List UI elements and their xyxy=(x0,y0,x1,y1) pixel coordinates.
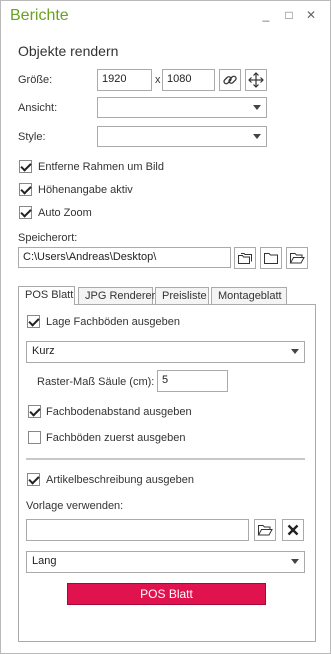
height-info-checkbox[interactable] xyxy=(19,183,32,196)
format-select[interactable]: Kurz xyxy=(26,341,305,363)
view-select[interactable] xyxy=(97,97,267,118)
shelves-first-label: Fachböden zuerst ausgeben xyxy=(46,432,186,444)
shelf-output-label: Lage Fachböden ausgeben xyxy=(46,316,180,328)
berichte-panel: Berichte _ □ ✕ Objekte rendern Größe: 19… xyxy=(0,0,331,654)
shelves-first-checkbox[interactable] xyxy=(28,431,41,444)
folder-button[interactable] xyxy=(260,247,282,269)
format-value: Kurz xyxy=(32,345,55,357)
title-bar[interactable]: Berichte _ □ ✕ xyxy=(1,1,330,31)
close-button[interactable]: ✕ xyxy=(304,8,318,22)
chevron-down-icon xyxy=(291,559,299,564)
style-select[interactable] xyxy=(97,126,267,147)
height-input[interactable]: 1080 xyxy=(162,69,215,91)
chevron-down-icon xyxy=(253,105,261,110)
size-label: Größe: xyxy=(18,74,53,86)
section-title: Objekte rendern xyxy=(18,43,119,59)
copy-folder-button[interactable] xyxy=(234,247,256,269)
chevron-down-icon xyxy=(291,349,299,354)
tab-jpg-renderer[interactable]: JPG Renderer xyxy=(78,287,155,304)
auto-zoom-checkbox[interactable] xyxy=(19,206,32,219)
link-icon xyxy=(223,75,237,85)
length-value: Lang xyxy=(32,555,57,567)
open-folder-button[interactable] xyxy=(286,247,308,269)
view-label: Ansicht: xyxy=(18,102,58,114)
auto-zoom-label: Auto Zoom xyxy=(38,207,92,219)
article-desc-checkbox[interactable] xyxy=(27,473,40,486)
window-title: Berichte xyxy=(10,7,69,24)
close-icon xyxy=(287,524,299,536)
tab-montageblatt[interactable]: Montageblatt xyxy=(211,287,287,304)
template-clear-button[interactable] xyxy=(282,519,304,541)
chevron-down-icon xyxy=(253,134,261,139)
folders-icon xyxy=(238,253,252,264)
template-label: Vorlage verwenden: xyxy=(26,500,124,512)
grid-input[interactable]: 5 xyxy=(157,370,228,392)
open-folder-icon xyxy=(289,253,305,264)
maximize-button[interactable]: □ xyxy=(282,8,296,22)
folder-icon xyxy=(264,253,278,264)
template-browse-button[interactable] xyxy=(254,519,276,541)
article-desc-label: Artikelbeschreibung ausgeben xyxy=(46,474,194,486)
open-folder-icon xyxy=(257,525,273,536)
divider xyxy=(26,458,305,460)
shelf-output-checkbox[interactable] xyxy=(27,315,40,328)
move-button[interactable] xyxy=(245,69,267,91)
tab-pos-blatt[interactable]: POS Blatt xyxy=(18,286,75,305)
link-button[interactable] xyxy=(219,69,241,91)
height-info-label: Höhenangabe aktiv xyxy=(38,184,133,196)
remove-frame-label: Entferne Rahmen um Bild xyxy=(38,161,164,173)
style-label: Style: xyxy=(18,131,46,143)
shelf-distance-label: Fachbodenabstand ausgeben xyxy=(46,406,192,418)
save-location-input[interactable]: C:\Users\Andreas\Desktop\ xyxy=(18,247,231,268)
length-select[interactable]: Lang xyxy=(26,551,305,573)
template-input[interactable] xyxy=(26,519,249,541)
pos-blatt-button[interactable]: POS Blatt xyxy=(67,583,266,605)
remove-frame-checkbox[interactable] xyxy=(19,160,32,173)
minimize-button[interactable]: _ xyxy=(259,8,273,22)
save-location-label: Speicherort: xyxy=(18,232,78,244)
tab-preisliste[interactable]: Preisliste xyxy=(155,287,209,304)
move-arrows-icon xyxy=(248,72,264,88)
shelf-distance-checkbox[interactable] xyxy=(28,405,41,418)
size-separator: x xyxy=(155,74,161,86)
width-input[interactable]: 1920 xyxy=(97,69,152,91)
grid-label: Raster-Maß Säule (cm): xyxy=(37,376,155,388)
